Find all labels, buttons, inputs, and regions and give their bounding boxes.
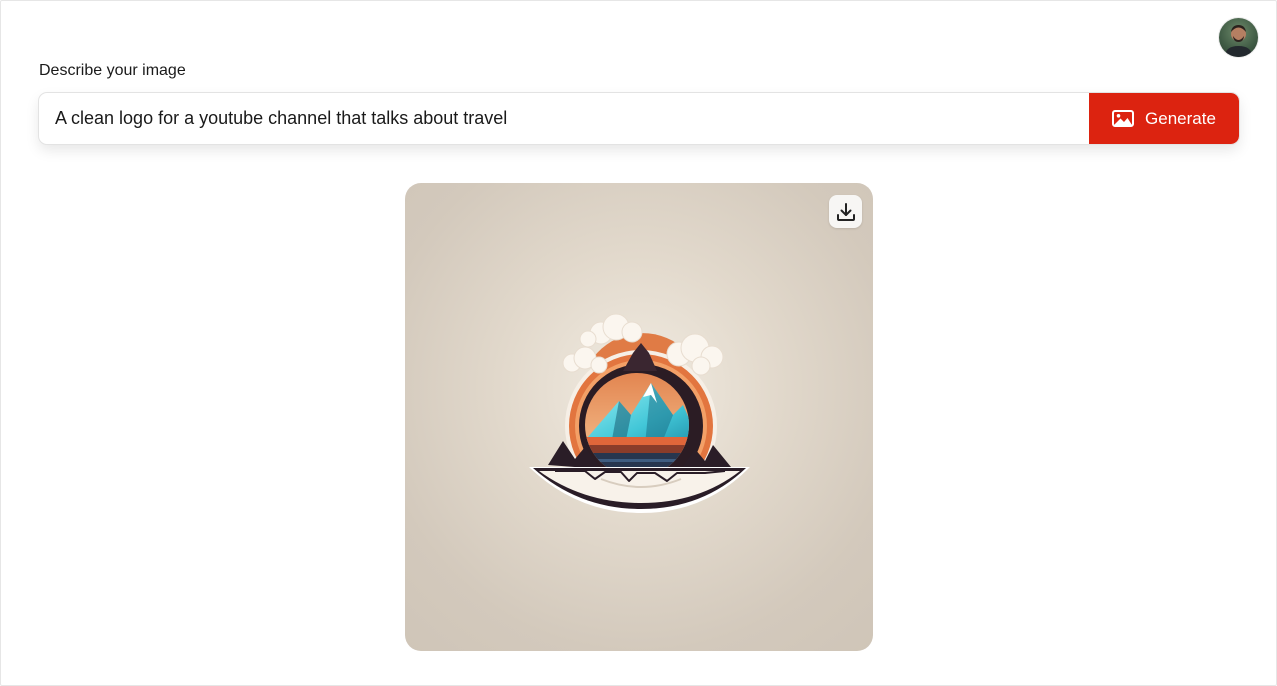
user-avatar[interactable] — [1219, 18, 1258, 57]
prompt-label: Describe your image — [39, 62, 186, 79]
prompt-bar: Generate — [39, 93, 1239, 144]
prompt-input[interactable] — [39, 93, 1089, 144]
download-icon — [836, 202, 855, 221]
generate-label: Generate — [1145, 108, 1216, 128]
mountain-travel-logo — [529, 313, 750, 513]
download-button[interactable] — [829, 195, 862, 228]
image-icon — [1112, 110, 1135, 127]
generated-image — [405, 183, 873, 651]
generate-button[interactable]: Generate — [1089, 93, 1239, 144]
avatar-portrait — [1225, 25, 1252, 57]
